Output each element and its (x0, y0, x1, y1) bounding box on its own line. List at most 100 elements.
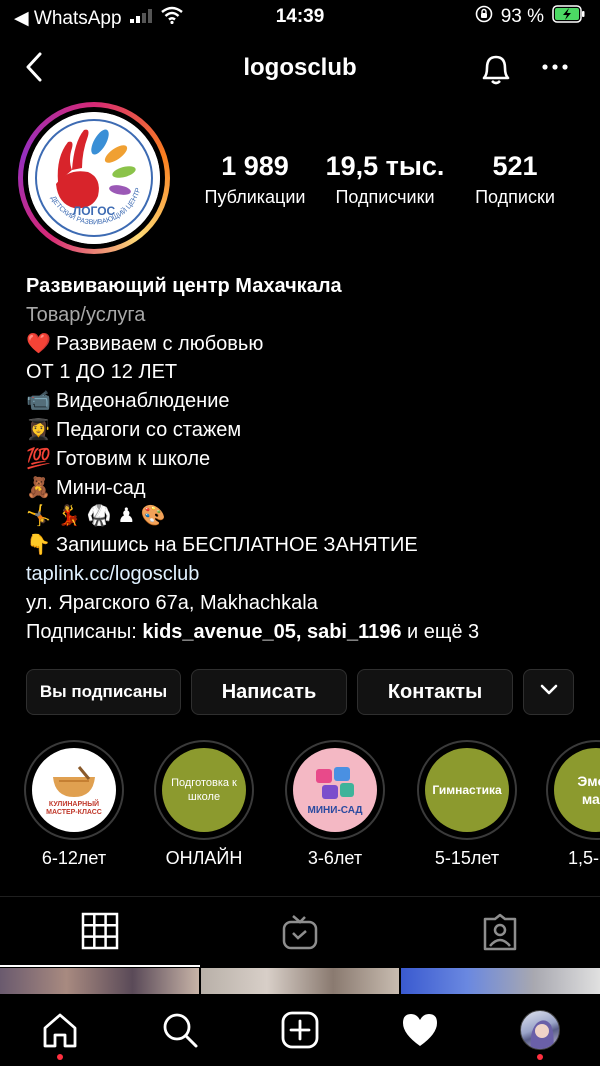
bio-text: Развиваем с любовью (56, 332, 264, 355)
more-options-icon[interactable] (538, 52, 572, 82)
home-notification-dot (57, 1054, 63, 1060)
status-bar: ◀ WhatsApp 14:39 93 % (0, 0, 600, 34)
highlight-cover-text: МИНИ-САД (307, 804, 363, 816)
profile-bio: Развивающий центр Махачкала Товар/услуга… (26, 272, 586, 646)
bio-text: Педагоги со стажем (56, 418, 242, 441)
bio-text: Мини-сад (56, 476, 146, 499)
bio-website-link[interactable]: taplink.cc/logosclub (26, 560, 586, 589)
profile-category: Товар/услуга (26, 303, 146, 326)
bio-line: 🧸 Мини-сад (26, 474, 586, 503)
video-camera-emoji-icon: 📹 (26, 390, 51, 413)
profile-header: logosclub (0, 44, 600, 92)
search-icon (163, 1013, 198, 1048)
tab-posts-grid[interactable] (0, 897, 200, 967)
nav-home[interactable] (36, 1006, 84, 1054)
message-button[interactable]: Написать (191, 669, 347, 715)
following-button[interactable]: Вы подписаны (26, 669, 181, 715)
bio-line: 💯 Готовим к школе (26, 445, 586, 474)
stat-label: Подписчики (335, 187, 435, 207)
orientation-lock-icon (475, 5, 493, 29)
stat-posts[interactable]: 1 989 Публикации (190, 150, 320, 210)
battery-charging-icon (552, 5, 586, 29)
highlight-cover: Подготовка к школе (162, 748, 246, 832)
highlight-label: 6-12лет (41, 848, 107, 868)
tab-igtv[interactable] (200, 897, 400, 967)
bio-line: ОТ 1 ДО 12 ЛЕТ (26, 358, 586, 387)
stat-followers[interactable]: 19,5 тыс. Подписчики (320, 150, 450, 210)
stat-following[interactable]: 521 Подписки (450, 150, 580, 210)
teddy-bear-emoji-icon: 🧸 (26, 476, 51, 499)
post-thumbnail[interactable] (401, 968, 600, 994)
bio-line: 👇 Запишись на БЕСПЛАТНОЕ ЗАНЯТИЕ (26, 531, 586, 560)
highlight-cover: КУЛИНАРНЫЙ МАСТЕР-КЛАСС (32, 748, 116, 832)
chevron-down-icon (539, 683, 559, 702)
profile-stats: 1 989 Публикации 19,5 тыс. Подписчики 52… (190, 150, 580, 210)
highlight-label: 3-6лет (307, 848, 363, 868)
story-highlight[interactable]: КУЛИНАРНЫЙ МАСТЕР-КЛАСС 6-12лет (22, 740, 126, 869)
bio-text: ОТ 1 ДО 12 ЛЕТ (26, 361, 178, 384)
logo-text: ЛОГОС (73, 204, 116, 218)
bio-text: Готовим к школе (56, 447, 211, 470)
highlight-cover-text: КУЛИНАРНЫЙ МАСТЕР-КЛАСС (46, 801, 102, 816)
bio-address-link[interactable]: ул. Ярагского 67а, Makhachkala (26, 589, 586, 618)
igtv-icon (282, 915, 318, 950)
followed-by-names: kids_avenue_05, sabi_1196 (142, 620, 402, 643)
bottom-navigation (0, 994, 600, 1066)
followed-by[interactable]: Подписаны: kids_avenue_05, sabi_1196 и е… (26, 618, 586, 647)
profile-tabs (0, 896, 600, 968)
highlight-label: ОНЛАЙН (165, 848, 243, 868)
plus-square-icon (281, 1011, 319, 1049)
bell-icon[interactable] (476, 48, 516, 88)
nav-activity[interactable] (396, 1006, 444, 1054)
nav-search[interactable] (156, 1006, 204, 1054)
logo-image: ЛОГОС ДЕТСКИЙ РАЗВИВАЮЩИЙ ЦЕНТР (28, 112, 160, 244)
hundred-emoji-icon: 💯 (26, 447, 51, 470)
pointing-down-emoji-icon: 👇 (26, 534, 51, 557)
highlight-cover: МИНИ-САД (293, 748, 377, 832)
tagged-icon (483, 913, 517, 951)
tab-tagged[interactable] (400, 897, 600, 967)
highlight-cover: Эмоц мам (554, 748, 600, 832)
posts-grid (0, 968, 600, 994)
profile-avatar (520, 1010, 560, 1050)
stat-value: 521 (492, 151, 538, 181)
bio-line: ❤️ Развиваем с любовью (26, 330, 586, 359)
bio-line: 📹 Видеонаблюдение (26, 387, 586, 416)
mixing-bowl-icon (53, 766, 95, 797)
followed-by-prefix: Подписаны: (26, 620, 143, 643)
story-highlight[interactable]: Эмоц мам 1,5- (546, 740, 600, 869)
stat-label: Публикации (204, 187, 306, 207)
contacts-button[interactable]: Контакты (357, 669, 513, 715)
highlight-cover: Гимнастика (425, 748, 509, 832)
bio-text: Видеонаблюдение (56, 390, 230, 413)
nav-profile[interactable] (516, 1006, 564, 1054)
profile-notification-dot (537, 1054, 543, 1060)
bio-text: Запишись на БЕСПЛАТНОЕ ЗАНЯТИЕ (56, 534, 418, 557)
heart-icon (403, 1014, 437, 1046)
post-thumbnail[interactable] (200, 968, 400, 994)
stat-label: Подписки (475, 187, 555, 207)
highlight-cover-text: Гимнастика (432, 783, 502, 797)
story-highlight[interactable]: Подготовка к школе ОНЛАЙН (152, 740, 256, 869)
activities-emoji-icons: 🤸 💃 🥋 ♟ 🎨 (26, 505, 166, 528)
stat-value: 19,5 тыс. (325, 151, 445, 181)
nav-new-post[interactable] (276, 1006, 324, 1054)
post-thumbnail[interactable] (0, 968, 199, 994)
bio-line: 🤸 💃 🥋 ♟ 🎨 (26, 502, 586, 531)
grid-icon (81, 912, 119, 950)
battery-percent: 93 % (500, 6, 544, 27)
stat-value: 1 989 (221, 151, 289, 181)
profile-avatar[interactable]: ЛОГОС ДЕТСКИЙ РАЗВИВАЮЩИЙ ЦЕНТР (18, 102, 170, 254)
followed-by-suffix: и ещё 3 (401, 620, 480, 643)
story-highlight[interactable]: Гимнастика 5-15лет (415, 740, 519, 869)
profile-display-name: Развивающий центр Махачкала (26, 275, 342, 297)
highlight-cover-text: Подготовка к школе (171, 777, 237, 803)
bio-line: 👩‍🎓 Педагоги со стажем (26, 416, 586, 445)
teacher-emoji-icon: 👩‍🎓 (26, 418, 51, 441)
highlight-cover-text: Эмоц мам (577, 773, 600, 807)
suggested-accounts-button[interactable] (523, 669, 574, 715)
highlight-label: 5-15лет (434, 848, 500, 868)
heart-emoji-icon: ❤️ (26, 332, 51, 355)
story-highlight[interactable]: МИНИ-САД 3-6лет (283, 740, 387, 869)
home-icon (43, 1013, 77, 1048)
